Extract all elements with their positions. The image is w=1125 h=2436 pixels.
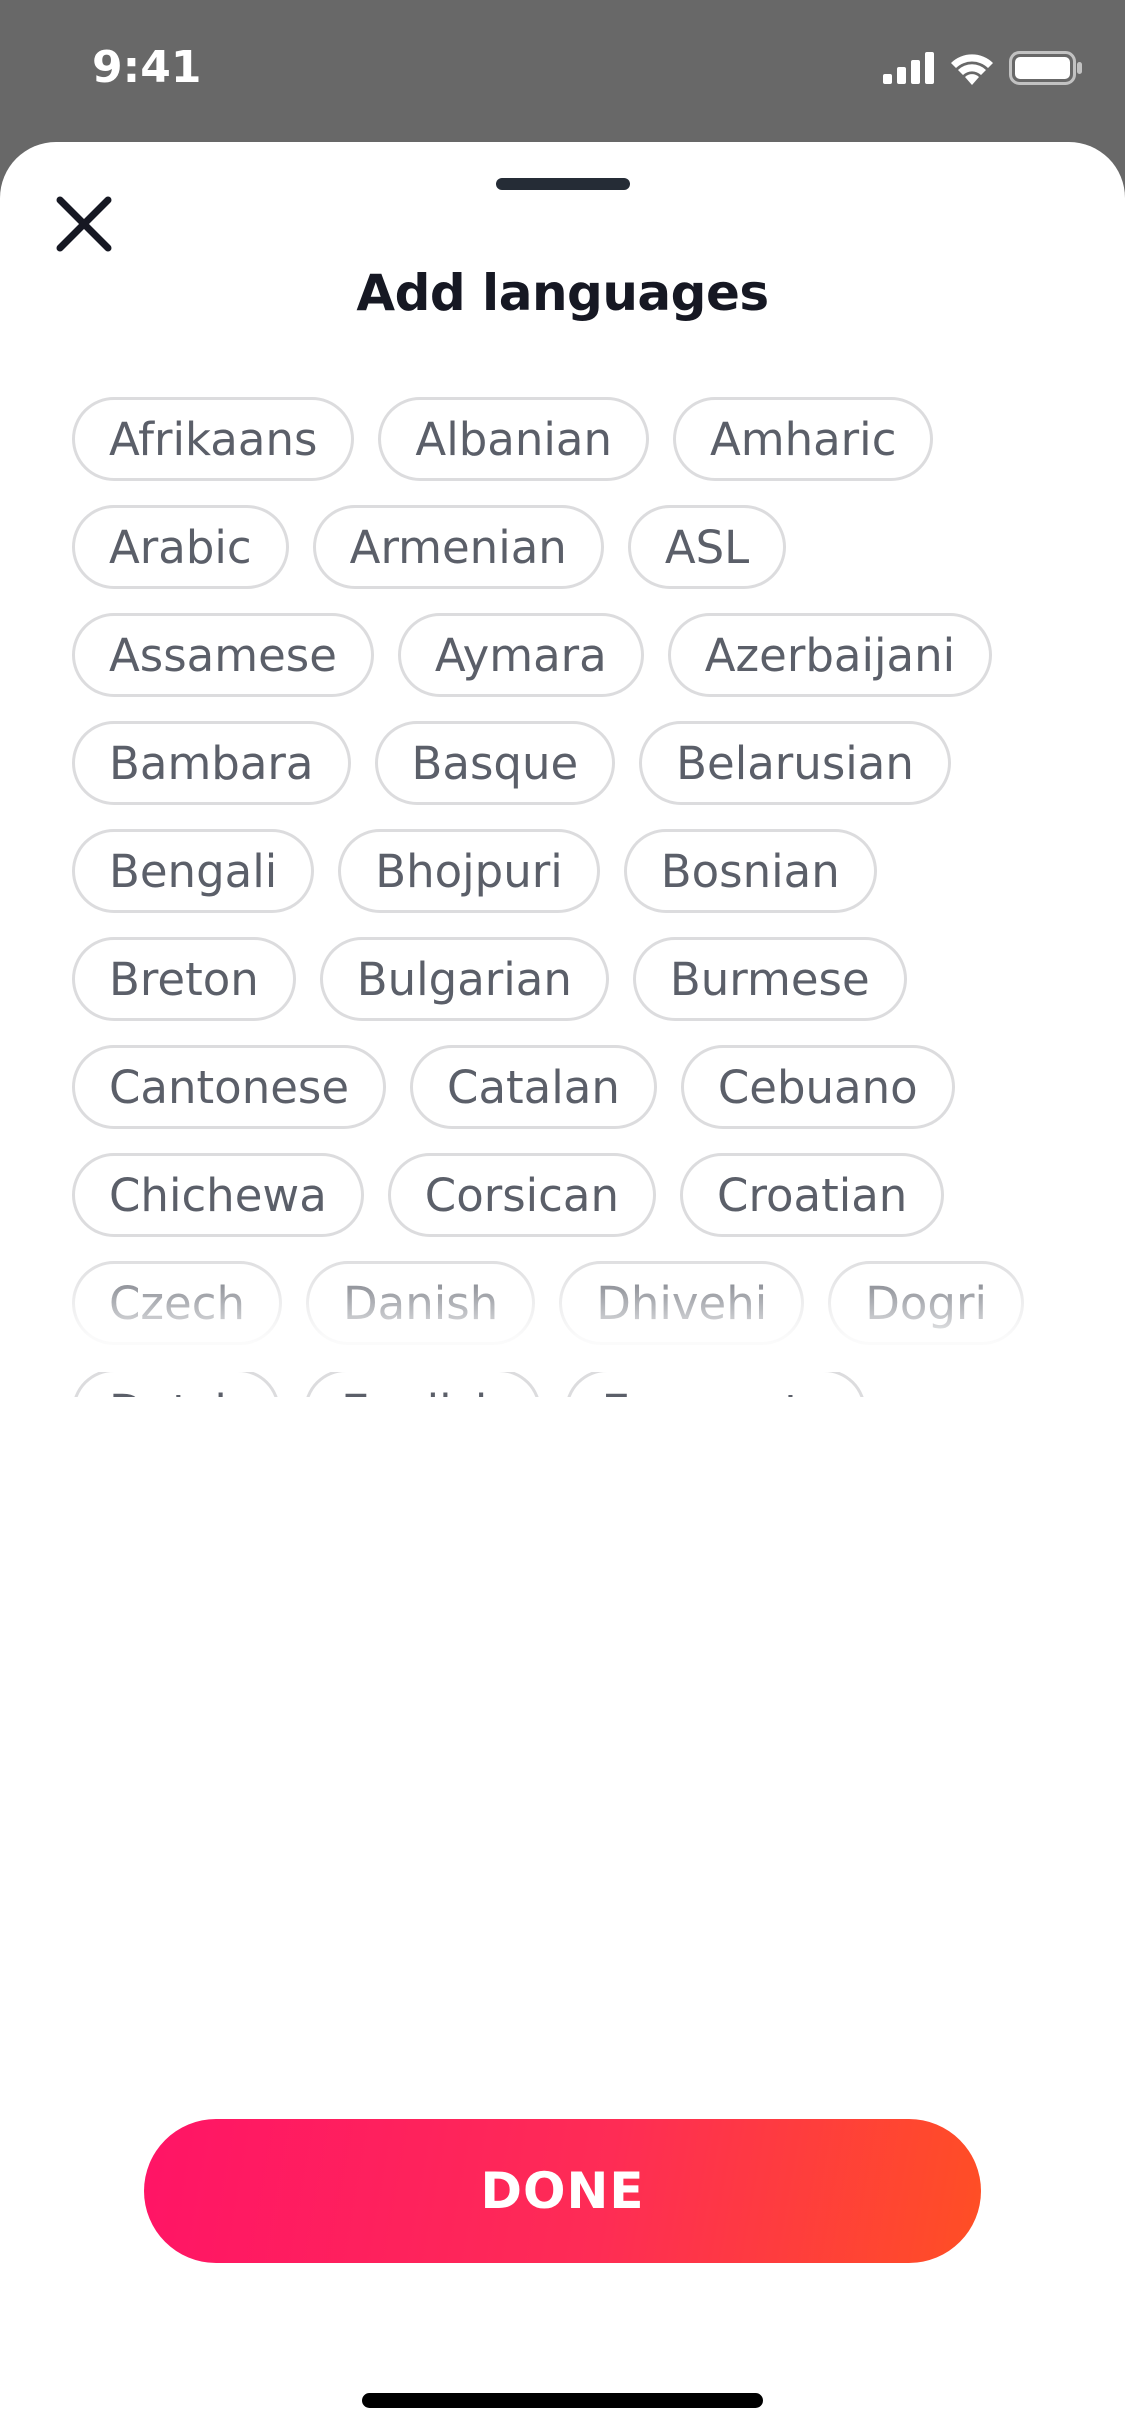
home-indicator bbox=[362, 2393, 763, 2408]
language-chip[interactable]: Azerbaijani bbox=[667, 613, 993, 697]
status-time: 9:41 bbox=[92, 42, 202, 93]
language-chip[interactable]: Cantonese bbox=[72, 1045, 387, 1129]
language-chip[interactable]: Dutch bbox=[72, 1369, 281, 1397]
language-chip[interactable]: Bulgarian bbox=[319, 937, 609, 1021]
language-chip[interactable]: Bhojpuri bbox=[338, 829, 600, 913]
language-chip[interactable]: Bambara bbox=[72, 721, 351, 805]
language-chip[interactable]: Belarusian bbox=[639, 721, 951, 805]
language-chip[interactable]: Dogri bbox=[828, 1261, 1024, 1345]
language-chip[interactable]: Basque bbox=[374, 721, 616, 805]
language-chip[interactable]: English bbox=[304, 1369, 541, 1397]
language-chip[interactable]: Arabic bbox=[72, 505, 289, 589]
language-chip[interactable]: ASL bbox=[627, 505, 787, 589]
wifi-icon bbox=[949, 51, 995, 90]
language-chip[interactable]: Bosnian bbox=[623, 829, 877, 913]
language-chip[interactable]: Amharic bbox=[672, 397, 934, 481]
language-chip[interactable]: Danish bbox=[306, 1261, 536, 1345]
language-chip[interactable]: Afrikaans bbox=[72, 397, 355, 481]
language-chip[interactable]: Esperanto bbox=[564, 1369, 867, 1397]
bottom-sheet: Add languages Afrikaans Albanian Amharic Ar… bbox=[0, 142, 1125, 2436]
cellular-signal-icon bbox=[883, 51, 935, 89]
close-icon bbox=[55, 195, 113, 258]
language-chip[interactable]: Cebuano bbox=[680, 1045, 955, 1129]
language-chip[interactable]: Czech bbox=[72, 1261, 282, 1345]
language-chip[interactable]: Albanian bbox=[378, 397, 649, 481]
battery-icon bbox=[1009, 50, 1083, 90]
language-chip[interactable]: Dhivehi bbox=[559, 1261, 805, 1345]
language-chip[interactable]: Armenian bbox=[312, 505, 604, 589]
language-chip[interactable]: Chichewa bbox=[72, 1153, 364, 1237]
language-chip[interactable]: Breton bbox=[72, 937, 296, 1021]
sheet-grabber[interactable] bbox=[496, 178, 630, 190]
language-chip[interactable]: Burmese bbox=[632, 937, 907, 1021]
language-chips: Afrikaans Albanian Amharic Arabic Armenian AS… bbox=[72, 397, 1062, 1397]
language-chip[interactable]: Bengali bbox=[72, 829, 315, 913]
language-chip[interactable]: Catalan bbox=[410, 1045, 657, 1129]
status-bar: 9:41 bbox=[0, 0, 1125, 140]
done-button[interactable]: DONE bbox=[144, 2119, 981, 2263]
status-icons bbox=[883, 48, 1083, 92]
close-button[interactable] bbox=[48, 190, 120, 262]
page-title: Add languages bbox=[356, 264, 769, 322]
language-chip[interactable]: Croatian bbox=[680, 1153, 945, 1237]
language-chip[interactable]: Aymara bbox=[397, 613, 644, 697]
language-chip[interactable]: Corsican bbox=[387, 1153, 657, 1237]
language-list[interactable]: Afrikaans Albanian Amharic Arabic Armenian AS… bbox=[72, 397, 1072, 1397]
language-chip[interactable]: Assamese bbox=[72, 613, 374, 697]
